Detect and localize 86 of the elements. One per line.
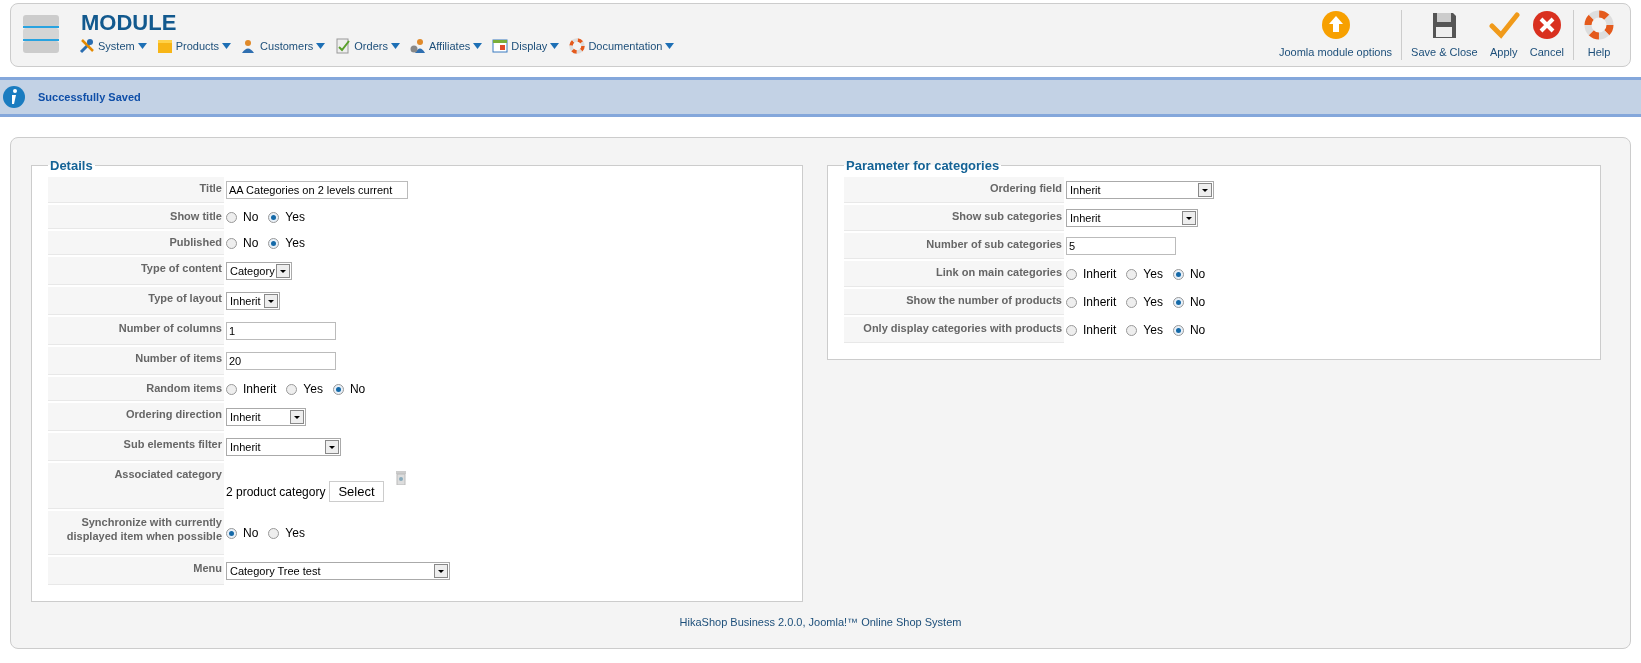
field-label: Only display categories with products	[844, 317, 1064, 343]
select-button[interactable]: Select	[329, 481, 384, 502]
menu-item[interactable]: Affiliates	[409, 38, 483, 54]
field-label: Associated category	[48, 463, 224, 509]
field-label: Show the number of products	[844, 289, 1064, 315]
field-label: Synchronize with currently displayed item when possible	[48, 511, 224, 555]
users-icon	[409, 38, 426, 54]
section-title: Details	[49, 158, 94, 173]
radio-option[interactable]: Inherit	[226, 382, 277, 396]
field-label: Number of items	[48, 347, 224, 375]
radio-option[interactable]: No	[1172, 295, 1206, 309]
dropdown[interactable]: Inherit	[1066, 181, 1214, 199]
message-text: Successfully Saved	[38, 91, 141, 103]
radio-option[interactable]: No	[1172, 323, 1206, 337]
toolbar-button[interactable]: Save & Close	[1406, 4, 1483, 66]
menu-item[interactable]: System	[79, 38, 147, 54]
caret-icon	[665, 43, 675, 49]
box-icon	[156, 38, 173, 54]
dropdown[interactable]: Inherit	[226, 408, 306, 426]
radio-option[interactable]: No	[332, 382, 366, 396]
field-label: Show title	[48, 205, 224, 229]
upload-icon	[1319, 10, 1352, 40]
field-label: Type of content	[48, 257, 224, 285]
field-label: Sub elements filter	[48, 433, 224, 461]
toolbar-button[interactable]: Apply	[1482, 4, 1525, 66]
caret-icon	[390, 43, 400, 49]
field-label: Type of layout	[48, 287, 224, 315]
field-label: Ordering field	[844, 177, 1064, 203]
text-field[interactable]: AA Categories on 2 levels current	[226, 181, 408, 199]
close-icon	[1530, 10, 1563, 40]
lifebuoy-icon	[569, 38, 586, 54]
window-icon	[492, 38, 509, 54]
caret-icon	[316, 43, 326, 49]
help-icon	[1583, 10, 1615, 40]
field-label: Number of columns	[48, 317, 224, 345]
radio-option[interactable]: Yes	[268, 210, 305, 224]
field-label: Menu	[48, 557, 224, 585]
document-icon	[335, 38, 352, 54]
radio-option[interactable]: Yes	[286, 382, 323, 396]
field-label: Random items	[48, 377, 224, 401]
toolbar-button[interactable]: Help	[1578, 4, 1620, 66]
radio-option[interactable]: Yes	[1126, 295, 1163, 309]
menu-item[interactable]: Documentation	[569, 38, 675, 54]
dropdown[interactable]: Inherit	[226, 292, 280, 310]
menu-item[interactable]: Products	[156, 38, 232, 54]
radio-option[interactable]: No	[226, 526, 259, 540]
radio-option[interactable]: Yes	[1126, 323, 1163, 337]
radio-option[interactable]: Yes	[1126, 267, 1163, 281]
info-icon	[2, 85, 26, 109]
radio-option[interactable]: Yes	[268, 236, 305, 250]
radio-option[interactable]: No	[226, 210, 259, 224]
field-label: Published	[48, 231, 224, 255]
radio-option[interactable]: Inherit	[1066, 323, 1117, 337]
caret-icon	[222, 43, 232, 49]
field-label: Link on main categories	[844, 261, 1064, 287]
text-field[interactable]: 20	[226, 352, 336, 370]
dropdown[interactable]: Inherit	[1066, 209, 1198, 227]
dropdown[interactable]: Category Tree test	[226, 562, 450, 580]
footer-link[interactable]: HikaShop Business 2.0.0, Joomla!™ Online Shop System	[31, 616, 1610, 628]
toolbar-button[interactable]: Joomla module options	[1273, 4, 1398, 66]
checkmark-icon	[1487, 10, 1520, 40]
field-label: Show sub categories	[844, 205, 1064, 231]
menu-item[interactable]: Customers	[241, 38, 326, 54]
menu-item[interactable]: Display	[492, 38, 560, 54]
radio-option[interactable]: Inherit	[1066, 295, 1117, 309]
toolbar-button[interactable]: Cancel	[1524, 4, 1569, 66]
category-name: 2 product category	[226, 484, 326, 499]
page-title: MODULE	[81, 10, 178, 36]
dropdown[interactable]: Category	[226, 262, 292, 280]
section-title: Parameter for categories	[845, 158, 1001, 173]
radio-option[interactable]: No	[1172, 267, 1206, 281]
radio-option[interactable]: Yes	[268, 526, 305, 540]
caret-icon	[137, 43, 147, 49]
field-label: Title	[48, 177, 224, 203]
field-label: Number of sub categories	[844, 233, 1064, 259]
menu-item[interactable]: Orders	[335, 38, 400, 54]
trash-icon[interactable]	[395, 471, 406, 485]
text-field[interactable]: 1	[226, 322, 336, 340]
dropdown[interactable]: Inherit	[226, 438, 341, 456]
radio-option[interactable]: Inherit	[1066, 267, 1117, 281]
caret-icon	[473, 43, 483, 49]
radio-option[interactable]: No	[226, 236, 259, 250]
field-label: Ordering direction	[48, 403, 224, 431]
caret-icon	[550, 43, 560, 49]
wrench-icon	[79, 38, 95, 54]
text-field[interactable]: 5	[1066, 237, 1176, 255]
